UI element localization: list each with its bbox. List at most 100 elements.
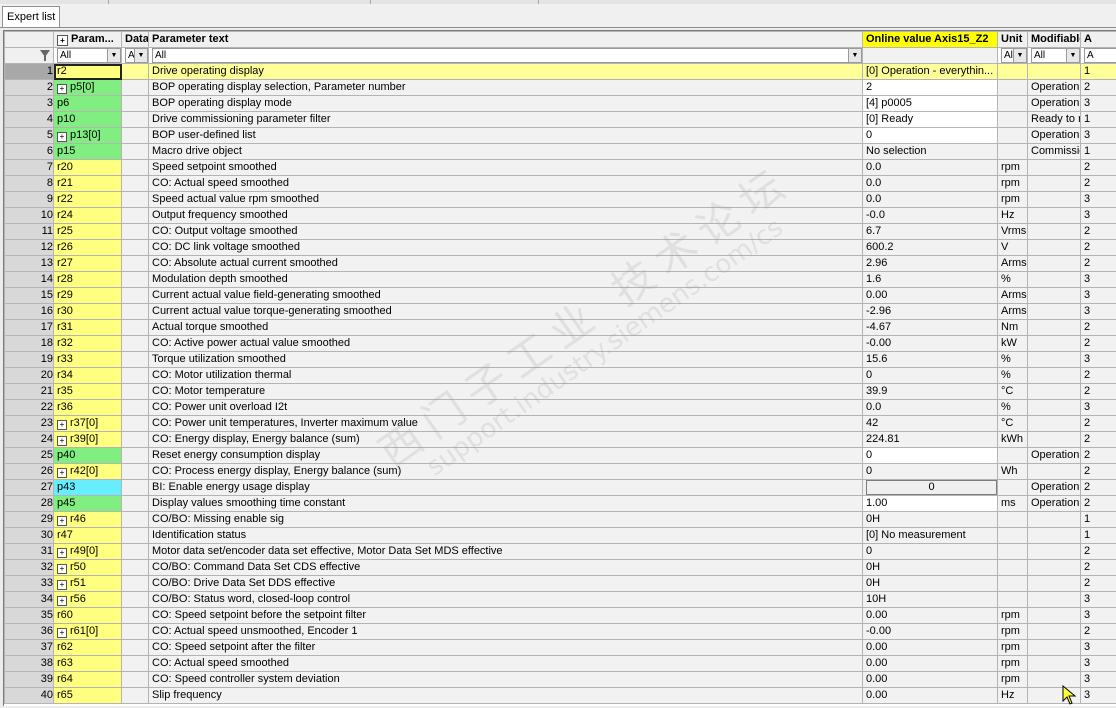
parameter-number-cell[interactable]: r27 — [53, 255, 122, 272]
parameter-number-cell[interactable]: p40 — [53, 447, 122, 464]
parameter-number-cell[interactable]: r31 — [53, 319, 122, 336]
chevron-down-icon[interactable]: ▼ — [1013, 49, 1026, 62]
parameter-number-cell[interactable]: r32 — [53, 335, 122, 352]
parameter-number-cell[interactable]: r34 — [53, 367, 122, 384]
parameter-number-cell[interactable]: r60 — [53, 607, 122, 624]
online-value-cell[interactable]: 0 — [862, 479, 998, 496]
table-row[interactable]: 30 r47 Identification status [0] No measure… — [4, 527, 1116, 544]
column-header-modifiable[interactable]: Modifiable to — [1027, 31, 1081, 48]
table-row[interactable]: 10 r24 Output frequency smoothed -0.0 Hz 3 — [4, 207, 1116, 224]
filter-funnel-icon[interactable] — [40, 50, 50, 61]
table-row[interactable]: 37 r62 CO: Speed setpoint after the filter… — [4, 639, 1116, 656]
parameter-number-cell[interactable]: r35 — [53, 383, 122, 400]
parameter-number-cell[interactable]: + r56 — [53, 591, 122, 608]
column-header-data[interactable]: Data — [121, 31, 149, 48]
parameter-number-cell[interactable]: r62 — [53, 639, 122, 656]
table-row[interactable]: 7 r20 Speed setpoint smoothed 0.0 rpm 2 — [4, 159, 1116, 176]
table-row[interactable]: 32 + r50 CO/BO: Command Data Set CDS effect… — [4, 559, 1116, 576]
parameter-number-cell[interactable]: r20 — [53, 159, 122, 176]
table-row[interactable]: 20 r34 CO: Motor utilization thermal 0% 2 — [4, 367, 1116, 384]
table-row[interactable]: 36 + r61[0] CO: Actual speed unsmoothed, En… — [4, 623, 1116, 640]
table-row[interactable]: 31 + r49[0] Motor data set/encoder data set… — [4, 543, 1116, 560]
parameter-number-cell[interactable]: r33 — [53, 351, 122, 368]
table-row[interactable]: 14 r28 Modulation depth smoothed 1.6% 3 — [4, 271, 1116, 288]
table-row[interactable]: 26 + r42[0] CO: Process energy display, Ene… — [4, 463, 1116, 480]
expand-plus-icon[interactable]: + — [57, 436, 67, 446]
parameter-number-cell[interactable]: r2 — [53, 63, 122, 80]
chevron-down-icon[interactable]: ▼ — [848, 49, 861, 62]
parameter-number-cell[interactable]: r63 — [53, 655, 122, 672]
filter-modifiable-dropdown[interactable]: All ▼ — [1031, 48, 1080, 63]
tab-expert-list[interactable]: Expert list — [2, 6, 61, 27]
table-row[interactable]: 23 + r37[0] CO: Power unit temperatures, In… — [4, 415, 1116, 432]
online-value-cell[interactable]: [0] Ready — [862, 111, 998, 128]
expand-plus-icon[interactable]: + — [57, 468, 67, 478]
parameter-number-cell[interactable]: r28 — [53, 271, 122, 288]
expand-plus-icon[interactable]: + — [57, 84, 67, 94]
table-row[interactable]: 39 r64 CO: Speed controller system deviati… — [4, 671, 1116, 688]
table-row[interactable]: 16 r30 Current actual value torque-generat… — [4, 303, 1116, 320]
table-row[interactable]: 18 r32 CO: Active power actual value smoot… — [4, 335, 1116, 352]
expand-plus-icon[interactable]: + — [57, 596, 67, 606]
expand-plus-icon[interactable]: + — [57, 580, 67, 590]
table-row[interactable]: 17 r31 Actual torque smoothed -4.67 Nm 2 — [4, 319, 1116, 336]
filter-unit-dropdown[interactable]: Al ▼ — [1001, 48, 1027, 63]
column-header-unit[interactable]: Unit — [997, 31, 1028, 48]
table-row[interactable]: 13 r27 CO: Absolute actual current smoothe… — [4, 255, 1116, 272]
parameter-number-cell[interactable]: + r42[0] — [53, 463, 122, 480]
filter-access-dropdown[interactable]: A — [1084, 48, 1116, 63]
online-value-cell[interactable]: 1.00 — [862, 495, 998, 512]
parameter-number-cell[interactable]: r22 — [53, 191, 122, 208]
column-header-text[interactable]: Parameter text — [148, 31, 863, 48]
column-header-param[interactable]: + Param... — [53, 31, 122, 48]
table-row[interactable]: 3 p6 BOP operating display mode [4] p0005 Op… — [4, 95, 1116, 112]
parameter-number-cell[interactable]: p43 — [53, 479, 122, 496]
parameter-number-cell[interactable]: p10 — [53, 111, 122, 128]
table-row[interactable]: 21 r35 CO: Motor temperature 39.9 °C 2 — [4, 383, 1116, 400]
parameter-number-cell[interactable]: r64 — [53, 671, 122, 688]
table-row[interactable]: 34 + r56 CO/BO: Status word, closed-loop co… — [4, 591, 1116, 608]
column-header-access[interactable]: A — [1080, 31, 1116, 48]
table-row[interactable]: 8 r21 CO: Actual speed smoothed 0.0 rpm 2 — [4, 175, 1116, 192]
table-row[interactable]: 4 p10 Drive commissioning parameter filter… — [4, 111, 1116, 128]
table-row[interactable]: 28 p45 Display values smoothing time const… — [4, 495, 1116, 512]
parameter-number-cell[interactable]: p45 — [53, 495, 122, 512]
table-row[interactable]: 27 p43 BI: Enable energy usage display 0 Ope… — [4, 479, 1116, 496]
online-value-button[interactable]: 0 — [866, 480, 997, 495]
parameter-number-cell[interactable]: r29 — [53, 287, 122, 304]
filter-param-dropdown[interactable]: All ▼ — [57, 48, 121, 63]
parameter-number-cell[interactable]: r47 — [53, 527, 122, 544]
table-row[interactable]: 12 r26 CO: DC link voltage smoothed 600.2 V 2 — [4, 239, 1116, 256]
table-row[interactable]: 40 r65 Slip frequency 0.00 Hz 3 — [4, 687, 1116, 704]
expand-plus-icon[interactable]: + — [57, 516, 67, 526]
parameter-number-cell[interactable]: r21 — [53, 175, 122, 192]
table-row[interactable]: 29 + r46 CO/BO: Missing enable sig 0H 1 — [4, 511, 1116, 528]
parameter-number-cell[interactable]: + r51 — [53, 575, 122, 592]
chevron-down-icon[interactable]: ▼ — [107, 49, 120, 62]
expert-list-grid[interactable]: + Param... Data Parameter text Online val… — [3, 30, 1116, 706]
column-header-online-value[interactable]: Online value Axis15_Z2 — [862, 31, 998, 48]
parameter-number-cell[interactable]: r25 — [53, 223, 122, 240]
filter-text-dropdown[interactable]: All ▼ — [152, 48, 862, 63]
chevron-down-icon[interactable]: ▼ — [1066, 49, 1079, 62]
parameter-number-cell[interactable]: r26 — [53, 239, 122, 256]
table-row[interactable]: 25 p40 Reset energy consumption display 0 Op… — [4, 447, 1116, 464]
table-row[interactable]: 15 r29 Current actual value field-generati… — [4, 287, 1116, 304]
online-value-cell[interactable]: [4] p0005 — [862, 95, 998, 112]
expand-all-icon[interactable]: + — [57, 35, 68, 46]
parameter-number-cell[interactable]: + r61[0] — [53, 623, 122, 640]
filter-data-dropdown[interactable]: A▼ — [125, 48, 148, 63]
parameter-number-cell[interactable]: + r49[0] — [53, 543, 122, 560]
expand-plus-icon[interactable]: + — [57, 628, 67, 638]
parameter-number-cell[interactable]: + r46 — [53, 511, 122, 528]
parameter-number-cell[interactable]: + p13[0] — [53, 127, 122, 144]
table-row[interactable]: 33 + r51 CO/BO: Drive Data Set DDS effectiv… — [4, 575, 1116, 592]
parameter-number-cell[interactable]: r36 — [53, 399, 122, 416]
parameter-number-cell[interactable]: + r39[0] — [53, 431, 122, 448]
parameter-number-cell[interactable]: r30 — [53, 303, 122, 320]
table-row[interactable]: 22 r36 CO: Power unit overload I2t 0.0% 3 — [4, 399, 1116, 416]
parameter-number-cell[interactable]: p15 — [53, 143, 122, 160]
parameter-number-cell[interactable]: r24 — [53, 207, 122, 224]
expand-plus-icon[interactable]: + — [57, 420, 67, 430]
table-row[interactable]: 35 r60 CO: Speed setpoint before the setpo… — [4, 607, 1116, 624]
